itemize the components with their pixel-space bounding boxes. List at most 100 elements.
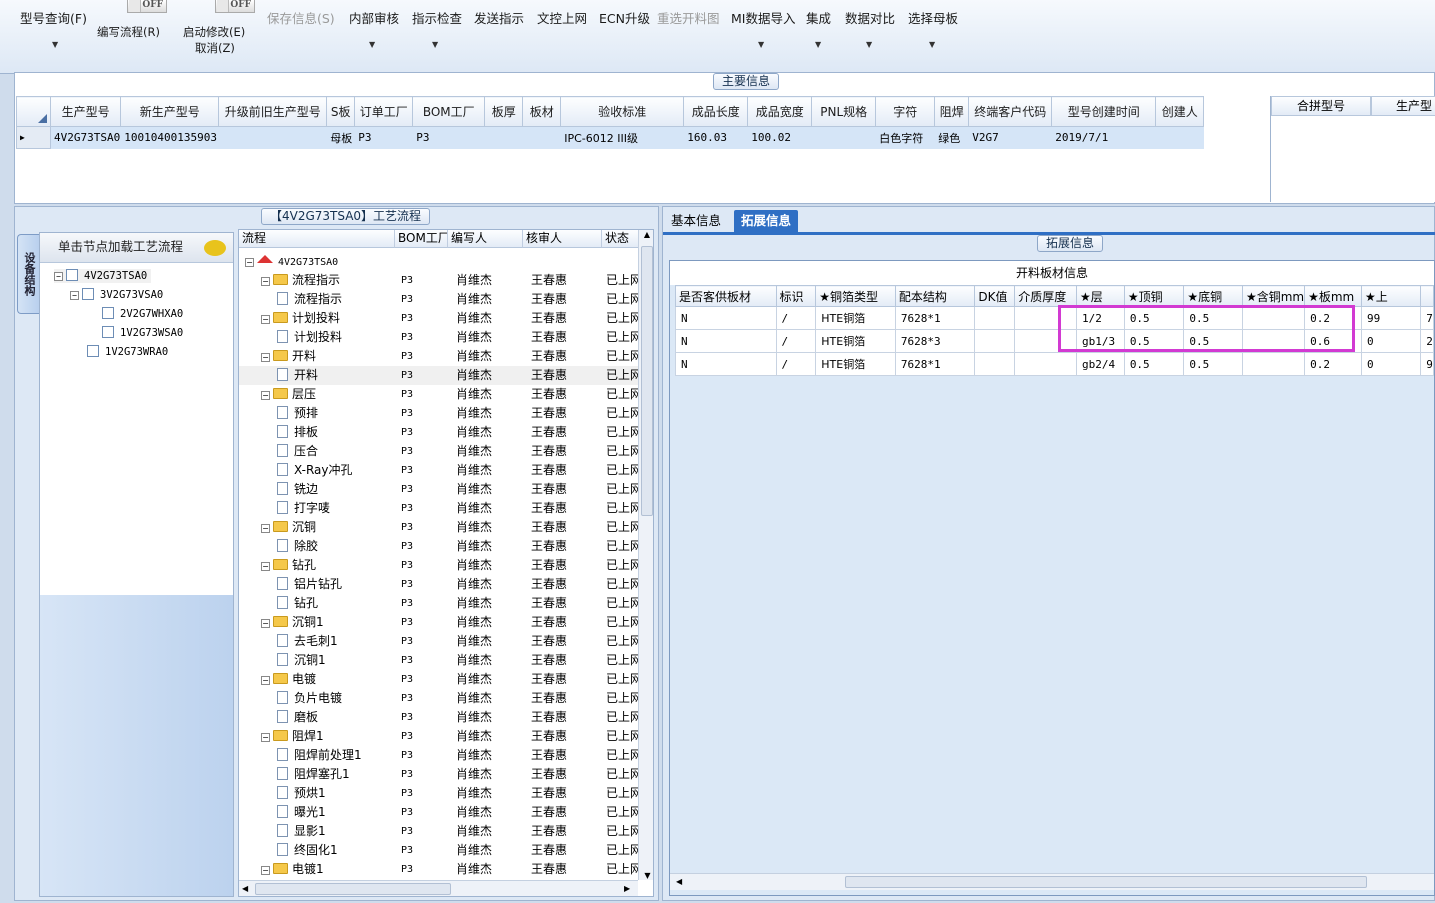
edit-flow-toggle[interactable]: OFF	[127, 0, 167, 13]
scroll-left-arrow[interactable]: ◀	[676, 877, 682, 886]
process-row[interactable]: 铝片钻孔 P3 肖维杰 王春惠 已上网	[239, 575, 639, 594]
table-cell[interactable]: HTE铜箔	[815, 329, 896, 353]
process-row[interactable]: 除胶 P3 肖维杰 王春惠 已上网	[239, 537, 639, 556]
tree-node[interactable]: − 3V2G73VSA0	[70, 288, 163, 302]
collapse-icon[interactable]: −	[54, 272, 63, 281]
column-header[interactable]: BOM工厂	[412, 96, 486, 127]
process-row[interactable]: 预烘1 P3 肖维杰 王春惠 已上网	[239, 784, 639, 803]
column-header-status[interactable]: 状态	[602, 230, 639, 248]
table-cell[interactable]	[484, 126, 524, 149]
chevron-down-icon[interactable]: ▼	[815, 40, 821, 49]
doc-upload-button[interactable]: 文控上网	[537, 8, 587, 26]
column-header[interactable]: 订单工厂	[354, 96, 414, 127]
scroll-thumb[interactable]	[845, 876, 1367, 888]
column-header[interactable]: S板	[326, 96, 356, 127]
table-cell[interactable]: 0	[1360, 329, 1422, 353]
checkbox[interactable]	[87, 345, 99, 357]
chevron-down-icon[interactable]: ▼	[866, 40, 872, 49]
table-cell[interactable]: P3	[354, 126, 414, 149]
table-cell[interactable]: 7628*1	[894, 352, 976, 376]
table-cell[interactable]	[522, 126, 562, 149]
column-header[interactable]: 标识	[775, 285, 817, 307]
table-cell[interactable]: 100.02	[747, 126, 813, 149]
table-cell[interactable]: 99	[1360, 306, 1422, 330]
column-header[interactable]: 创建人	[1155, 96, 1205, 127]
table-cell[interactable]: /	[775, 329, 817, 353]
row-selector[interactable]: ▶	[16, 126, 51, 149]
column-header[interactable]: 字符	[875, 96, 936, 127]
collapse-icon[interactable]: −	[261, 733, 270, 742]
horizontal-scrollbar[interactable]: ◀ ▶	[239, 880, 638, 896]
checkbox[interactable]	[82, 288, 94, 300]
table-cell[interactable]: 7	[1420, 306, 1434, 330]
start-edit-toggle[interactable]: OFF	[215, 0, 255, 13]
column-header[interactable]: ★铜箔类型	[815, 285, 896, 307]
process-row[interactable]: 曝光1 P3 肖维杰 王春惠 已上网	[239, 803, 639, 822]
table-cell[interactable]: 母板	[326, 126, 356, 149]
send-instruction-button[interactable]: 发送指示	[474, 8, 524, 26]
select-master-button[interactable]: 选择母板	[908, 8, 958, 26]
tree-node[interactable]: 2V2G7WHXA0	[102, 307, 183, 321]
column-header-bom[interactable]: BOM工厂	[395, 230, 448, 248]
internal-review-button[interactable]: 内部审核	[349, 8, 399, 26]
table-cell[interactable]: 7628*3	[894, 329, 976, 353]
process-row[interactable]: 计划投料 P3 肖维杰 王春惠 已上网	[239, 328, 639, 347]
process-row[interactable]: 终固化1 P3 肖维杰 王春惠 已上网	[239, 841, 639, 860]
chevron-down-icon[interactable]: ▼	[929, 40, 935, 49]
column-header[interactable]: 型号创建时间	[1051, 96, 1157, 127]
collapse-icon[interactable]: −	[261, 866, 270, 875]
scroll-down-arrow[interactable]: ▼	[639, 871, 653, 880]
scroll-left-arrow[interactable]: ◀	[242, 884, 248, 893]
scroll-up-arrow[interactable]: ▲	[639, 230, 653, 244]
process-row[interactable]: 打字唛 P3 肖维杰 王春惠 已上网	[239, 499, 639, 518]
column-header[interactable]: 终端客户代码	[968, 96, 1053, 127]
checkbox[interactable]	[66, 269, 78, 281]
table-cell[interactable]: HTE铜箔	[815, 306, 896, 330]
process-row[interactable]: 开料 P3 肖维杰 王春惠 已上网	[239, 366, 639, 385]
table-cell[interactable]: 绿色	[934, 126, 970, 149]
scroll-right-arrow[interactable]: ▶	[624, 884, 630, 893]
edit-flow-button[interactable]: 编写流程(R)	[97, 24, 160, 40]
table-cell[interactable]: N	[675, 306, 777, 330]
process-row[interactable]: − 流程指示 P3 肖维杰 王春惠 已上网	[239, 271, 639, 290]
data-compare-button[interactable]: 数据对比	[845, 8, 895, 26]
table-cell[interactable]: N	[675, 352, 777, 376]
scroll-thumb[interactable]	[255, 883, 451, 895]
tree-node[interactable]: 1V2G73WSA0	[102, 326, 183, 340]
process-row[interactable]: − 电镀 P3 肖维杰 王春惠 已上网	[239, 670, 639, 689]
table-cell[interactable]: 0.5	[1183, 352, 1243, 376]
column-header[interactable]: ★顶铜	[1123, 285, 1185, 307]
table-cell[interactable]	[1014, 352, 1077, 376]
collapse-icon[interactable]: −	[245, 258, 254, 267]
process-row[interactable]: − 沉铜1 P3 肖维杰 王春惠 已上网	[239, 613, 639, 632]
table-cell[interactable]: /	[775, 306, 817, 330]
table-cell[interactable]: /	[775, 352, 817, 376]
model-query-button[interactable]: 型号查询(F)	[20, 8, 87, 26]
process-row[interactable]: 流程指示 P3 肖维杰 王春惠 已上网	[239, 290, 639, 309]
collapse-icon[interactable]: −	[261, 524, 270, 533]
column-header-writer[interactable]: 编写人	[448, 230, 523, 248]
instruction-check-button[interactable]: 指示检查	[412, 8, 462, 26]
ecn-upgrade-button[interactable]: ECN升级	[599, 8, 650, 26]
save-info-button[interactable]: 保存信息(S)	[267, 8, 335, 26]
process-row[interactable]: 沉铜1 P3 肖维杰 王春惠 已上网	[239, 651, 639, 670]
process-row[interactable]: 排板 P3 肖维杰 王春惠 已上网	[239, 423, 639, 442]
process-row[interactable]: − 沉铜 P3 肖维杰 王春惠 已上网	[239, 518, 639, 537]
process-row[interactable]: − 钻孔 P3 肖维杰 王春惠 已上网	[239, 556, 639, 575]
process-row[interactable]: 去毛刺1 P3 肖维杰 王春惠 已上网	[239, 632, 639, 651]
checkbox[interactable]	[102, 326, 114, 338]
table-cell[interactable]: IPC-6012 III级	[560, 126, 685, 149]
column-header[interactable]: 新生产型号	[120, 96, 220, 127]
process-row[interactable]: 磨板 P3 肖维杰 王春惠 已上网	[239, 708, 639, 727]
table-row[interactable]: ▶ 4V2G73TSA0 10010400135903 母板 P3 P3 IPC-6012…	[16, 126, 1259, 149]
start-edit-button[interactable]: 启动修改(E)	[183, 24, 245, 40]
horizontal-scrollbar[interactable]: ◀	[670, 873, 1434, 890]
chevron-down-icon[interactable]: ▼	[758, 40, 764, 49]
table-cell[interactable]	[974, 329, 1016, 353]
table-cell[interactable]: HTE铜箔	[815, 352, 896, 376]
column-header[interactable]: 是否客供板材	[675, 285, 777, 307]
process-row[interactable]: − 阻焊1 P3 肖维杰 王春惠 已上网	[239, 727, 639, 746]
process-row[interactable]: 阻焊塞孔1 P3 肖维杰 王春惠 已上网	[239, 765, 639, 784]
table-cell[interactable]: 160.03	[683, 126, 749, 149]
column-header[interactable]: 升级前旧生产型号	[218, 96, 328, 127]
